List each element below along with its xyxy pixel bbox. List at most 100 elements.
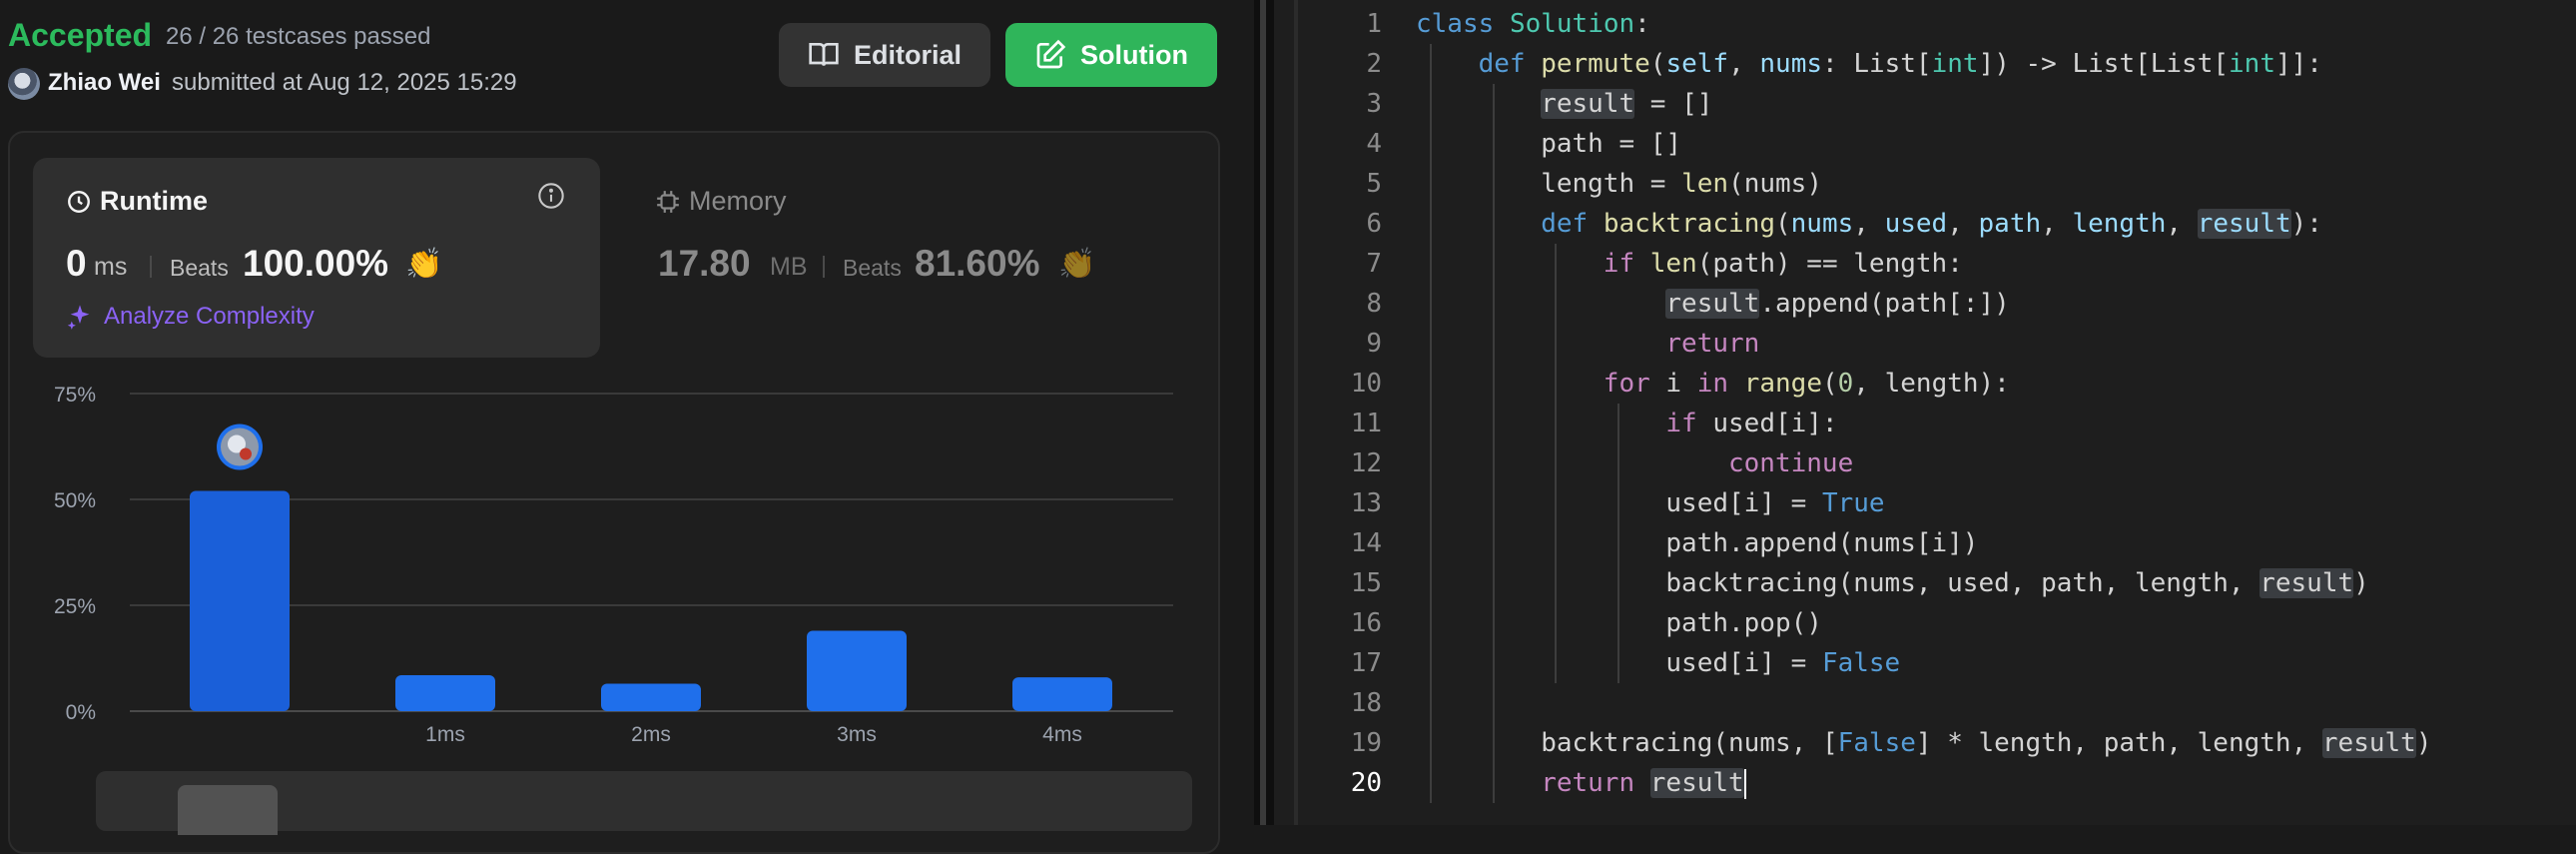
x-tick-label: 2ms — [631, 723, 671, 746]
x-tick-label: 4ms — [1042, 723, 1082, 746]
code-text[interactable]: used[i] = True — [1665, 483, 1884, 523]
panel-resize-handle[interactable] — [1260, 0, 1266, 825]
chart-bar[interactable] — [395, 674, 495, 711]
y-tick-label: 50% — [54, 489, 96, 512]
code-text[interactable]: class Solution: — [1416, 4, 1650, 44]
line-number[interactable]: 15 — [1298, 563, 1382, 603]
line-number[interactable]: 2 — [1298, 44, 1382, 84]
code-text[interactable]: if len(path) == length: — [1604, 244, 1963, 284]
line-number[interactable]: 10 — [1298, 364, 1382, 404]
x-tick-label: 1ms — [425, 723, 465, 746]
line-number[interactable]: 6 — [1298, 204, 1382, 244]
runtime-title: Runtime — [66, 186, 208, 217]
code-text[interactable]: result.append(path[:]) — [1665, 284, 2010, 324]
author-name[interactable]: Zhiao Wei — [48, 69, 161, 97]
chart-bar[interactable] — [807, 630, 907, 711]
line-number[interactable]: 13 — [1298, 483, 1382, 523]
chart-bar[interactable] — [601, 683, 701, 711]
line-number[interactable]: 14 — [1298, 523, 1382, 563]
code-line[interactable]: 5 length = len(nums) — [1298, 164, 2576, 204]
code-text[interactable]: def backtracing(nums, used, path, length… — [1541, 204, 2322, 244]
code-line[interactable]: 10 for i in range(0, length): — [1298, 364, 2576, 404]
code-line[interactable]: 20 return result — [1298, 763, 2576, 803]
runtime-distribution-chart[interactable]: 0% 25% 50% 75% 1ms 2ms 3ms 4ms — [0, 370, 1254, 769]
clock-icon — [68, 190, 90, 213]
code-line[interactable]: 14 path.append(nums[i]) — [1298, 523, 2576, 563]
code-text[interactable]: continue — [1728, 443, 1853, 483]
user-avatar-marker — [217, 424, 263, 470]
code-line[interactable]: 6 def backtracing(nums, used, path, lengt… — [1298, 204, 2576, 244]
indent-guide — [1616, 404, 1619, 683]
code-line[interactable]: 3 result = [] — [1298, 84, 2576, 124]
code-line[interactable]: 13 used[i] = True — [1298, 483, 2576, 523]
code-line[interactable]: 7 if len(path) == length: — [1298, 244, 2576, 284]
code-text[interactable]: used[i] = False — [1665, 643, 1900, 683]
line-number[interactable]: 17 — [1298, 643, 1382, 683]
info-icon[interactable] — [537, 182, 565, 210]
chart-bar[interactable] — [190, 490, 290, 711]
line-number[interactable]: 7 — [1298, 244, 1382, 284]
line-number[interactable]: 1 — [1298, 4, 1382, 44]
chart-bar[interactable] — [1012, 677, 1112, 711]
code-line[interactable]: 4 path = [] — [1298, 124, 2576, 164]
line-number[interactable]: 11 — [1298, 404, 1382, 443]
runtime-beats-value: 100.00% — [243, 243, 389, 284]
code-text[interactable]: backtracing(nums, used, path, length, re… — [1665, 563, 2369, 603]
testcases-count: 26 / 26 testcases passed — [166, 23, 431, 50]
line-number[interactable]: 16 — [1298, 603, 1382, 643]
indent-guide — [1430, 44, 1432, 803]
analyze-label: Analyze Complexity — [104, 303, 315, 330]
runtime-value: 0 — [66, 243, 87, 284]
submission-panel: Accepted 26 / 26 testcases passed Zhiao … — [0, 0, 1254, 854]
memory-beats-label: Beats — [843, 255, 902, 281]
code-text[interactable]: length = len(nums) — [1541, 164, 1822, 204]
solution-label: Solution — [1080, 39, 1188, 70]
code-line[interactable]: 8 result.append(path[:]) — [1298, 284, 2576, 324]
line-number[interactable]: 9 — [1298, 324, 1382, 364]
code-line[interactable]: 19 backtracing(nums, [False] * length, pa… — [1298, 723, 2576, 763]
code-line[interactable]: 15 backtracing(nums, used, path, length, … — [1298, 563, 2576, 603]
avatar[interactable] — [8, 68, 40, 100]
clap-icon: 👏 — [405, 248, 443, 281]
code-line[interactable]: 11 if used[i]: — [1298, 404, 2576, 443]
runtime-unit: ms — [94, 253, 128, 281]
indent-guide — [1492, 84, 1495, 803]
line-number[interactable]: 18 — [1298, 683, 1382, 723]
memory-beats-value: 81.60% — [915, 243, 1040, 284]
code-text[interactable]: return result — [1541, 763, 1746, 803]
code-line[interactable]: 12 continue — [1298, 443, 2576, 483]
code-text[interactable]: path.pop() — [1665, 603, 1822, 643]
code-text[interactable]: backtracing(nums, [False] * length, path… — [1541, 723, 2431, 763]
analyze-complexity-link[interactable]: Analyze Complexity — [66, 303, 315, 331]
memory-title[interactable]: Memory — [655, 186, 787, 217]
runtime-beats-label: Beats — [170, 255, 229, 281]
line-number[interactable]: 3 — [1298, 84, 1382, 124]
code-line[interactable]: 1 class Solution: — [1298, 4, 2576, 44]
code-text[interactable]: path.append(nums[i]) — [1665, 523, 1978, 563]
code-line[interactable]: 17 used[i] = False — [1298, 643, 2576, 683]
line-number[interactable]: 4 — [1298, 124, 1382, 164]
code-line[interactable]: 16 path.pop() — [1298, 603, 2576, 643]
x-tick-label: 3ms — [837, 723, 877, 746]
code-text[interactable]: if used[i]: — [1665, 404, 1837, 443]
editorial-button[interactable]: Editorial — [779, 23, 990, 87]
line-number[interactable]: 8 — [1298, 284, 1382, 324]
chart-scrollbar-thumb[interactable] — [178, 785, 278, 835]
divider — [150, 256, 152, 278]
code-line[interactable]: 2 def permute(self, nums: List[int]) -> L… — [1298, 44, 2576, 84]
line-number[interactable]: 12 — [1298, 443, 1382, 483]
code-text[interactable]: result = [] — [1541, 84, 1712, 124]
line-number[interactable]: 19 — [1298, 723, 1382, 763]
code-line[interactable]: 18 — [1298, 683, 2576, 723]
code-text[interactable]: path = [] — [1541, 124, 1681, 164]
code-line[interactable]: 9 return — [1298, 324, 2576, 364]
y-tick-label: 0% — [66, 701, 96, 724]
code-text[interactable]: for i in range(0, length): — [1604, 364, 2010, 404]
code-text[interactable]: def permute(self, nums: List[int]) -> Li… — [1479, 44, 2322, 84]
indent-guide — [1555, 244, 1558, 683]
code-text[interactable]: return — [1665, 324, 1759, 364]
solution-button[interactable]: Solution — [1005, 23, 1217, 87]
memory-value: 17.80 — [658, 243, 751, 284]
line-number[interactable]: 20 — [1298, 763, 1382, 803]
line-number[interactable]: 5 — [1298, 164, 1382, 204]
